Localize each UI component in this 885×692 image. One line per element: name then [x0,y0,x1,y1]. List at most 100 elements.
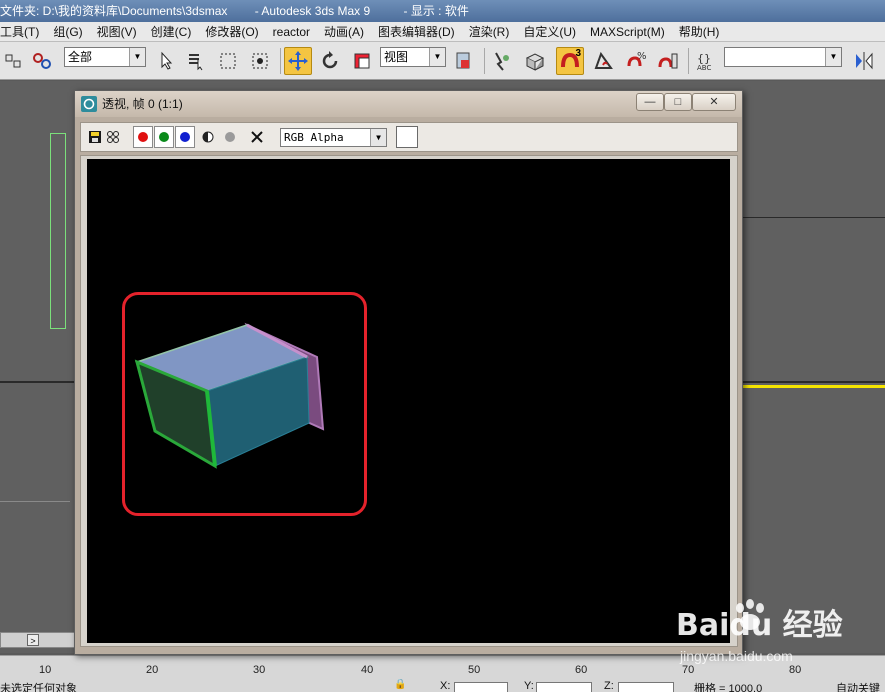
app-title-bar: 文件夹: D:\我的资料库\Documents\3dsmax - Autodes… [0,0,885,22]
monochrome-icon[interactable] [220,126,240,148]
minimize-button[interactable]: — [636,93,664,111]
snap-toggle-badge: 3 [575,48,581,59]
ruler-tick: 10 [39,664,52,676]
keyboard-shortcut-icon[interactable] [520,47,548,75]
y-coordinate-field[interactable] [536,682,592,692]
channel-display-value: RGB Alpha [284,131,344,144]
menu-animation[interactable]: 动画(A) [317,22,371,41]
menu-create[interactable]: 创建(C) [144,22,199,41]
main-toolbar: 全部 ▼ 视图 ▼ 3 % {} ABC ▼ [0,42,885,80]
auto-key-label[interactable]: 自动关键 [836,680,880,692]
move-icon[interactable] [284,47,312,75]
red-highlight-annotation [122,292,367,516]
clone-window-icon[interactable] [105,126,125,148]
chevron-down-icon: ▼ [429,48,445,66]
render-window-title-bar[interactable]: 透视, 帧 0 (1:1) — □ ✕ [75,91,742,117]
menu-customize[interactable]: 自定义(U) [516,22,583,41]
window-crossing-icon[interactable] [246,47,274,75]
viewport-grid-line [740,217,885,218]
y-label: Y: [524,680,534,692]
menu-help[interactable]: 帮助(H) [672,22,727,41]
menu-tools[interactable]: 工具(T) [0,22,46,41]
timeline-indicator [740,385,885,388]
named-selection-dropdown[interactable]: ▼ [724,47,842,67]
reference-coord-value: 视图 [384,50,409,64]
pivot-center-icon[interactable] [450,47,478,75]
ruler-tick: 40 [361,664,374,676]
left-viewport-object [50,133,66,329]
edit-named-selection-icon[interactable]: {} ABC [692,47,720,75]
selection-region-icon[interactable] [214,47,242,75]
green-channel-toggle[interactable] [154,126,174,148]
select-by-name-icon[interactable] [182,47,210,75]
channel-display-dropdown[interactable]: RGB Alpha ▼ [280,128,387,147]
chevron-down-icon: ▼ [370,129,386,146]
menu-maxscript[interactable]: MAXScript(M) [583,22,672,41]
title-path: 文件夹: D:\我的资料库\Documents\3dsmax [0,4,228,18]
maximize-button[interactable]: □ [664,93,692,111]
menu-reactor[interactable]: reactor [266,22,317,41]
selection-filter-value: 全部 [68,50,93,64]
pixel-color-swatch[interactable] [396,126,418,148]
menu-rendering[interactable]: 渲染(R) [462,22,517,41]
grid-label: 栅格 = 1000.0 [694,683,763,692]
baidu-watermark: Baidu 经验 jingyan.baidu.com [676,599,876,670]
scale-icon[interactable] [348,47,376,75]
reference-coord-dropdown[interactable]: 视图 ▼ [380,47,446,67]
close-button[interactable]: ✕ [692,93,736,111]
save-icon[interactable] [85,126,105,148]
ruler-tick: 30 [253,664,266,676]
menu-graph-editors[interactable]: 图表编辑器(D) [371,22,462,41]
viewport-grid-line [0,501,70,502]
menu-bar: 工具(T) 组(G) 视图(V) 创建(C) 修改器(O) reactor 动画… [0,22,885,42]
menu-modifiers[interactable]: 修改器(O) [198,22,265,41]
toolbar-separator [484,48,485,74]
render-window-title: 透视, 帧 0 (1:1) [102,97,183,111]
svg-text:ABC: ABC [697,64,711,72]
mirror-icon[interactable] [850,47,878,75]
minimize-icon: — [644,96,656,108]
chevron-right-icon[interactable]: > [27,634,39,646]
x-coordinate-field[interactable] [454,682,508,692]
ruler-tick: 20 [146,664,159,676]
chevron-down-icon: ▼ [825,48,841,66]
svg-text:%: % [637,51,647,62]
menu-views[interactable]: 视图(V) [90,22,144,41]
x-label: X: [440,680,451,692]
bind-space-warp-icon[interactable] [28,47,56,75]
ruler-tick: 50 [468,664,481,676]
select-object-icon[interactable] [152,47,180,75]
toolbar-separator [280,48,281,74]
render-window-toolbar: RGB Alpha ▼ [80,122,738,152]
time-slider[interactable]: > [0,632,75,648]
maximize-icon: □ [674,96,682,108]
angle-snap-icon[interactable] [590,47,618,75]
red-channel-icon [138,132,148,142]
blue-channel-toggle[interactable] [175,126,195,148]
z-label: Z: [604,680,614,692]
rotate-icon[interactable] [316,47,344,75]
title-display: - 显示 : 软件 [403,4,469,18]
watermark-brand: Baidu 经验 [676,608,843,643]
spinner-snap-icon[interactable] [654,47,682,75]
menu-group[interactable]: 组(G) [46,22,89,41]
ruler-tick: 60 [575,664,588,676]
lock-icon[interactable]: 🔒 [394,679,406,690]
red-channel-toggle[interactable] [133,126,153,148]
selection-filter-dropdown[interactable]: 全部 ▼ [64,47,146,67]
alpha-channel-icon[interactable] [198,126,218,148]
status-prompt: 未选定任何对象 [0,683,77,692]
blue-channel-icon [180,132,190,142]
select-manipulate-icon[interactable] [488,47,516,75]
snap-toggle-icon[interactable]: 3 [556,47,584,75]
title-app: - Autodesk 3ds Max 9 [254,4,371,18]
status-bar: 未选定任何对象 🔒 X: Y: Z: 栅格 = 1000.0 自动关键 [0,679,885,692]
watermark-site: jingyan.baidu.com [680,648,793,664]
link-icon[interactable] [0,47,28,75]
chevron-down-icon: ▼ [129,48,145,66]
close-icon: ✕ [709,96,719,108]
percent-snap-icon[interactable]: % [622,47,650,75]
z-coordinate-field[interactable] [618,682,674,692]
toolbar-separator [688,48,689,74]
clear-icon[interactable] [247,126,267,148]
